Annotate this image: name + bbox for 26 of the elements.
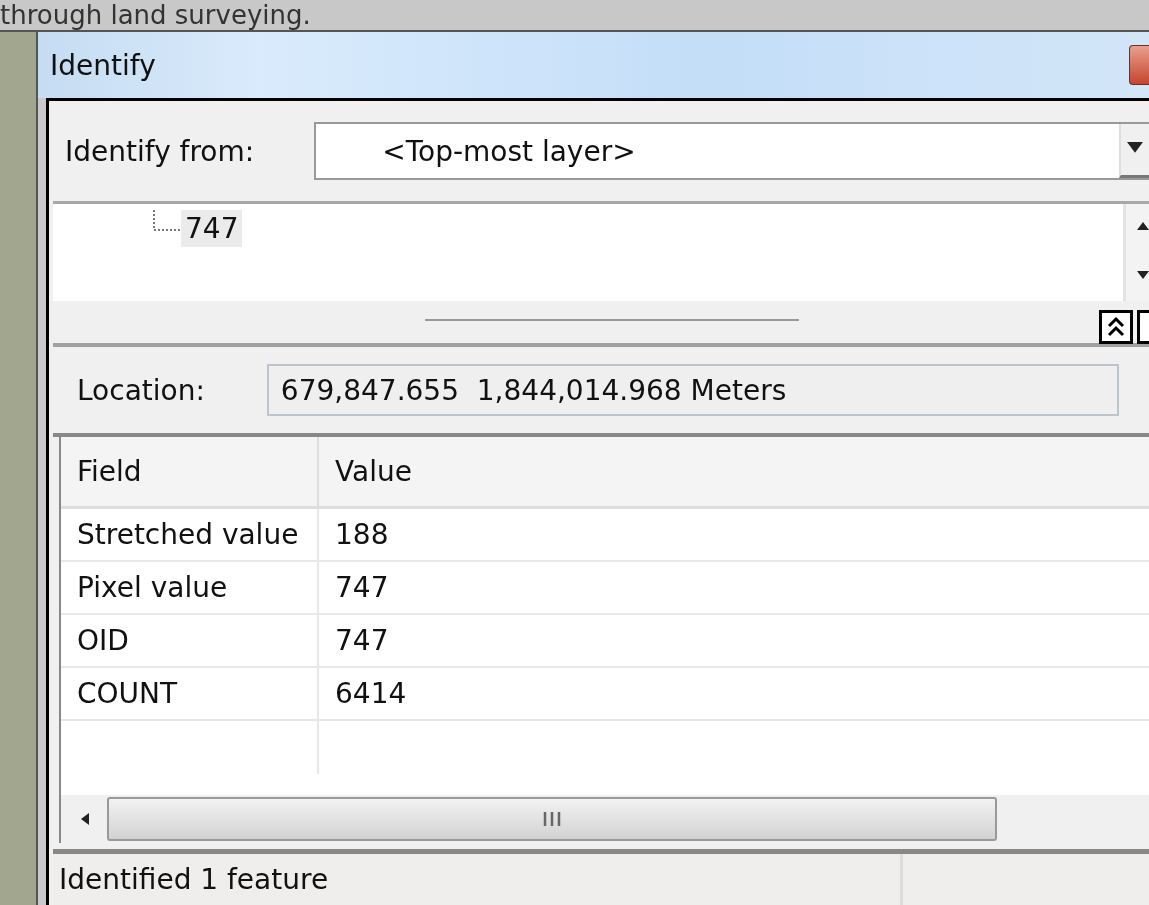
table-cell-text: 6414 [334, 676, 408, 712]
layer-dropdown[interactable]: <Top-most layer> [314, 122, 1149, 180]
scroll-thumb[interactable] [107, 797, 997, 841]
close-button[interactable] [1129, 45, 1149, 85]
table-cell-text: 747 [334, 623, 390, 659]
tree-item[interactable]: 747 [181, 210, 243, 247]
location-label: Location: [77, 373, 205, 407]
column-header[interactable]: Value [319, 437, 1149, 506]
collapse-button[interactable] [1099, 310, 1133, 344]
column-header[interactable]: Field [61, 437, 319, 506]
table-cell: Stretched value [61, 509, 319, 560]
vertical-scrollbar[interactable] [1123, 204, 1149, 301]
table-cell-text: 747 [334, 570, 390, 606]
tree-connector-icon [153, 210, 181, 234]
table-cell-text: 188 [334, 517, 390, 553]
horizontal-scrollbar[interactable] [61, 795, 1149, 843]
dropdown-button[interactable] [1119, 124, 1149, 178]
table-cell: OID [61, 615, 319, 666]
window-title: Identify [50, 48, 156, 82]
table-cell: Pixel value [61, 562, 319, 613]
identify-from-label: Identify from: [65, 134, 255, 168]
double-caret-up-icon [1107, 316, 1125, 338]
status-text: Identified 1 feature [53, 854, 903, 905]
table-cell: COUNT [61, 668, 319, 719]
grip-icon [542, 811, 562, 827]
location-field: 679,847.655 1,844,014.968 Meters [266, 364, 1119, 416]
